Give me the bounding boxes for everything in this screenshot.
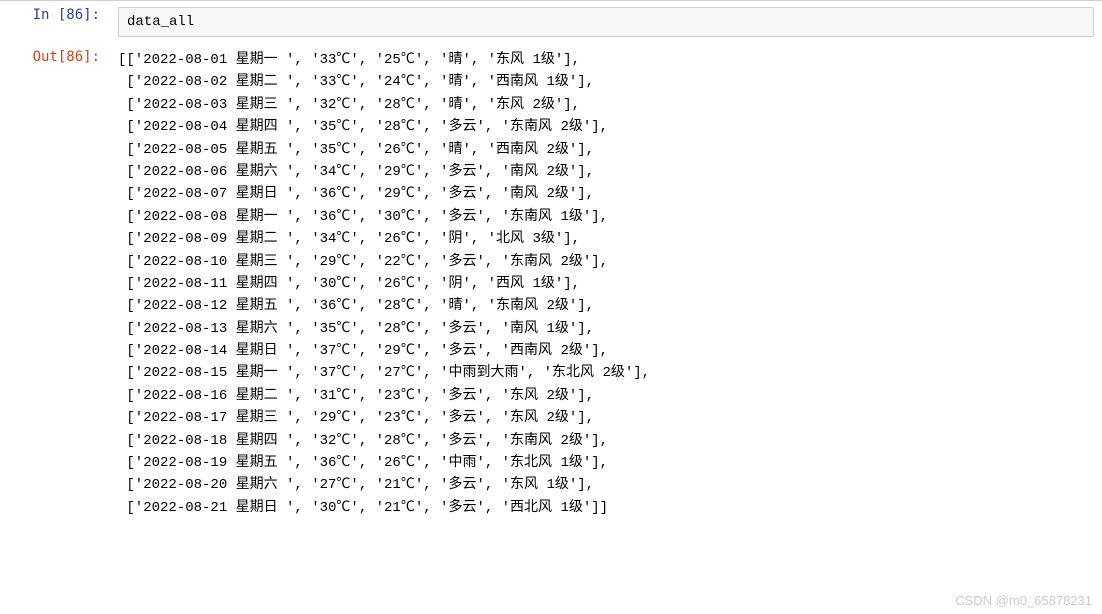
input-prompt: In [86]: (0, 1, 110, 29)
input-content: data_all (110, 1, 1102, 43)
code-text: data_all (127, 14, 194, 30)
code-input-area[interactable]: data_all (118, 7, 1094, 37)
input-cell: In [86]: data_all (0, 0, 1102, 43)
output-text: [['2022-08-01 星期一 ', '33℃', '25℃', '晴', … (118, 49, 1094, 519)
output-prompt: Out[86]: (0, 43, 110, 71)
watermark: CSDN @m0_65878231 (955, 593, 1092, 608)
output-cell: Out[86]: [['2022-08-01 星期一 ', '33℃', '25… (0, 43, 1102, 525)
output-content: [['2022-08-01 星期一 ', '33℃', '25℃', '晴', … (110, 43, 1102, 525)
